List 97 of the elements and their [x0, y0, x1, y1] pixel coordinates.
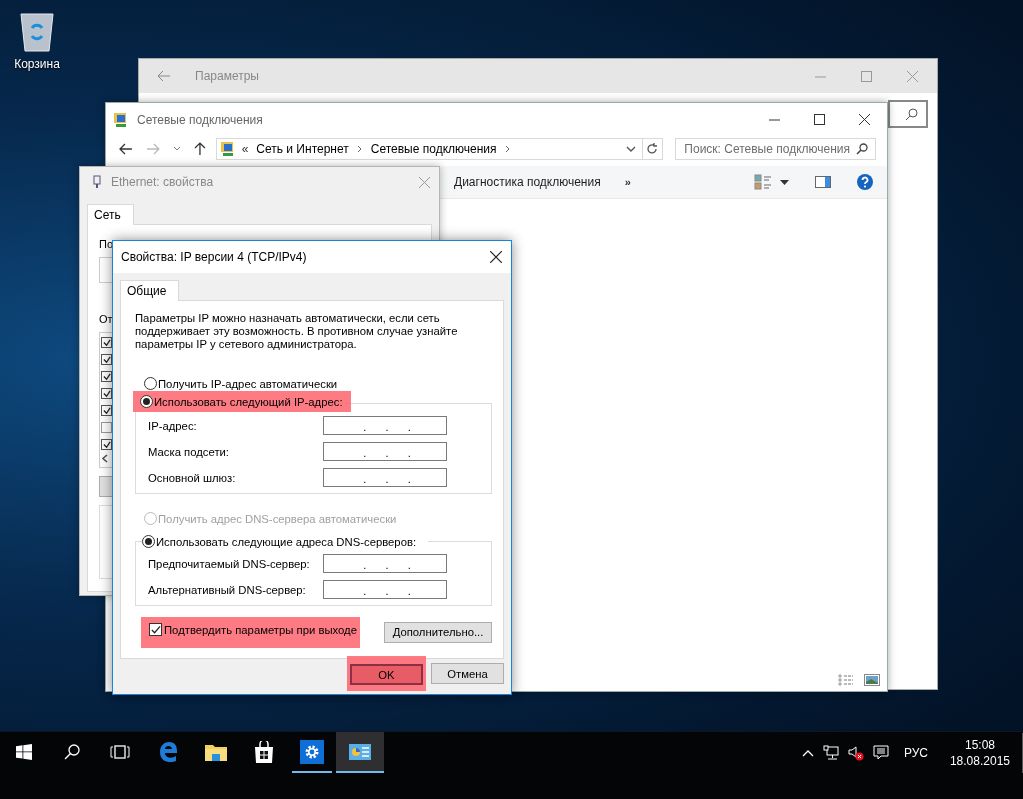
checkmark-icon	[102, 440, 111, 449]
octet-separator: .	[407, 446, 411, 460]
clock[interactable]: 15:08 18.08.2015	[949, 736, 1010, 769]
component-checkbox[interactable]	[101, 405, 112, 417]
component-checkbox[interactable]	[101, 371, 112, 383]
search-field[interactable]	[888, 100, 928, 128]
control-panel-icon	[349, 743, 371, 760]
view-options-icon[interactable]	[754, 174, 772, 190]
help-icon[interactable]	[857, 174, 873, 190]
dialog-title: Свойства: IP версии 4 (TCP/IPv4)	[121, 250, 307, 264]
ip-address-field[interactable]: . . .	[323, 468, 447, 487]
toolbar-overflow[interactable]: »	[624, 176, 631, 188]
field-label: Альтернативный DNS-сервер:	[148, 583, 306, 596]
refresh-icon	[646, 143, 659, 155]
component-checkbox[interactable]	[101, 422, 112, 434]
octet-separator: .	[363, 420, 367, 434]
search-icon	[905, 107, 918, 121]
close-icon[interactable]	[859, 114, 870, 125]
network-folder-icon	[219, 141, 236, 157]
breadcrumb-item[interactable]: Сетевые подключения	[368, 142, 499, 156]
octet-separator: .	[385, 558, 389, 572]
search-placeholder: Поиск: Сетевые подключения	[684, 142, 851, 156]
ip-address-field[interactable]: . . .	[323, 554, 447, 573]
refresh-button[interactable]	[642, 138, 664, 160]
radio-option[interactable]: Получить IP-адрес автоматически	[144, 377, 338, 390]
component-checkbox[interactable]	[101, 337, 112, 349]
chevron-up-icon[interactable]	[801, 748, 814, 757]
browser-e-icon	[158, 740, 178, 763]
checkmark-icon	[150, 623, 161, 636]
octet-separator: .	[363, 472, 367, 486]
octet-separator: .	[407, 584, 411, 598]
address-bar[interactable]: « Сеть и Интернет Сетевые подключения	[215, 138, 643, 160]
window-title: Ethernet: свойства	[111, 175, 214, 189]
chevron-down-icon[interactable]	[625, 145, 636, 153]
octet-separator: .	[385, 446, 389, 460]
description-text: Параметры IP можно назначать автоматически, если сеть поддерживает эту возможность. В противном случае узнайте параметры IP у сетевого администратора.	[135, 312, 459, 351]
field-label: Предпочитаемый DNS-сервер:	[148, 557, 310, 570]
back-arrow-icon[interactable]	[119, 143, 133, 155]
notification-icon[interactable]	[872, 744, 889, 761]
cancel-button[interactable]: Отмена	[431, 663, 504, 684]
chevron-right-icon[interactable]	[504, 145, 511, 153]
validate-checkbox[interactable]: Подтвердить параметры при выходе	[149, 623, 357, 636]
ip-address-field[interactable]: . . .	[323, 416, 447, 435]
large-icons-view-icon[interactable]	[864, 674, 880, 686]
preview-pane-icon[interactable]	[815, 176, 831, 188]
octet-separator: .	[385, 584, 389, 598]
window-title: Параметры	[195, 69, 259, 83]
radio-option[interactable]: Использовать следующий IP-адрес:	[140, 395, 343, 408]
component-checkbox[interactable]	[101, 354, 112, 366]
search-icon	[64, 743, 80, 760]
windows-start-icon	[16, 743, 32, 760]
dropdown-arrow-icon[interactable]	[780, 179, 789, 185]
octet-separator: .	[363, 558, 367, 572]
tab[interactable]: Сеть	[87, 204, 134, 225]
scroll-left-icon[interactable]	[102, 454, 108, 464]
maximize-icon[interactable]	[814, 114, 825, 125]
desktop-icon-label[interactable]: Корзина	[14, 57, 60, 71]
gear-icon	[300, 739, 324, 764]
network-adapter-icon	[93, 175, 101, 189]
close-icon[interactable]	[490, 251, 502, 263]
octet-separator: .	[407, 420, 411, 434]
field-label: Маска подсети:	[148, 445, 229, 458]
recycle-bin-icon[interactable]	[18, 12, 56, 52]
breadcrumb-overflow[interactable]: «	[241, 142, 249, 156]
folder-icon	[205, 742, 227, 761]
speaker-muted-icon[interactable]	[847, 744, 864, 761]
field-label: IP-адрес:	[148, 419, 197, 432]
field-label: От	[99, 312, 113, 327]
octet-separator: .	[363, 446, 367, 460]
language-indicator[interactable]: РУС	[903, 745, 928, 760]
field-label: Основной шлюз:	[148, 471, 236, 484]
octet-separator: .	[385, 420, 389, 434]
network-folder-icon	[113, 111, 129, 128]
radio-option[interactable]: Использовать следующие адреса DNS-серверов:	[142, 535, 417, 548]
octet-separator: .	[407, 558, 411, 572]
up-arrow-icon[interactable]	[193, 142, 206, 156]
window-title: Сетевые подключения	[137, 112, 263, 127]
component-checkbox[interactable]	[101, 388, 112, 400]
taskbar-button[interactable]	[336, 732, 384, 773]
octet-separator: .	[363, 584, 367, 598]
octet-separator: .	[385, 472, 389, 486]
chevron-right-icon[interactable]	[356, 145, 363, 153]
task-view-icon	[110, 744, 130, 759]
search-field[interactable]: Поиск: Сетевые подключения	[675, 138, 876, 160]
search-icon	[855, 143, 868, 155]
chevron-down-icon[interactable]	[172, 146, 181, 152]
component-checkbox[interactable]	[101, 439, 112, 451]
octet-separator: .	[407, 472, 411, 486]
network-icon[interactable]	[822, 744, 839, 761]
tab[interactable]: Общие	[120, 280, 180, 301]
ip-address-field[interactable]: . . .	[323, 580, 447, 599]
ok-button[interactable]: OK	[350, 664, 423, 685]
ip-address-field[interactable]: . . .	[323, 442, 447, 461]
breadcrumb-item[interactable]: Сеть и Интернет	[254, 142, 351, 156]
advanced-button[interactable]: Дополнительно...	[384, 621, 492, 643]
toolbar-command[interactable]: Диагностика подключения	[454, 175, 601, 189]
shopping-bag-icon	[254, 740, 274, 763]
